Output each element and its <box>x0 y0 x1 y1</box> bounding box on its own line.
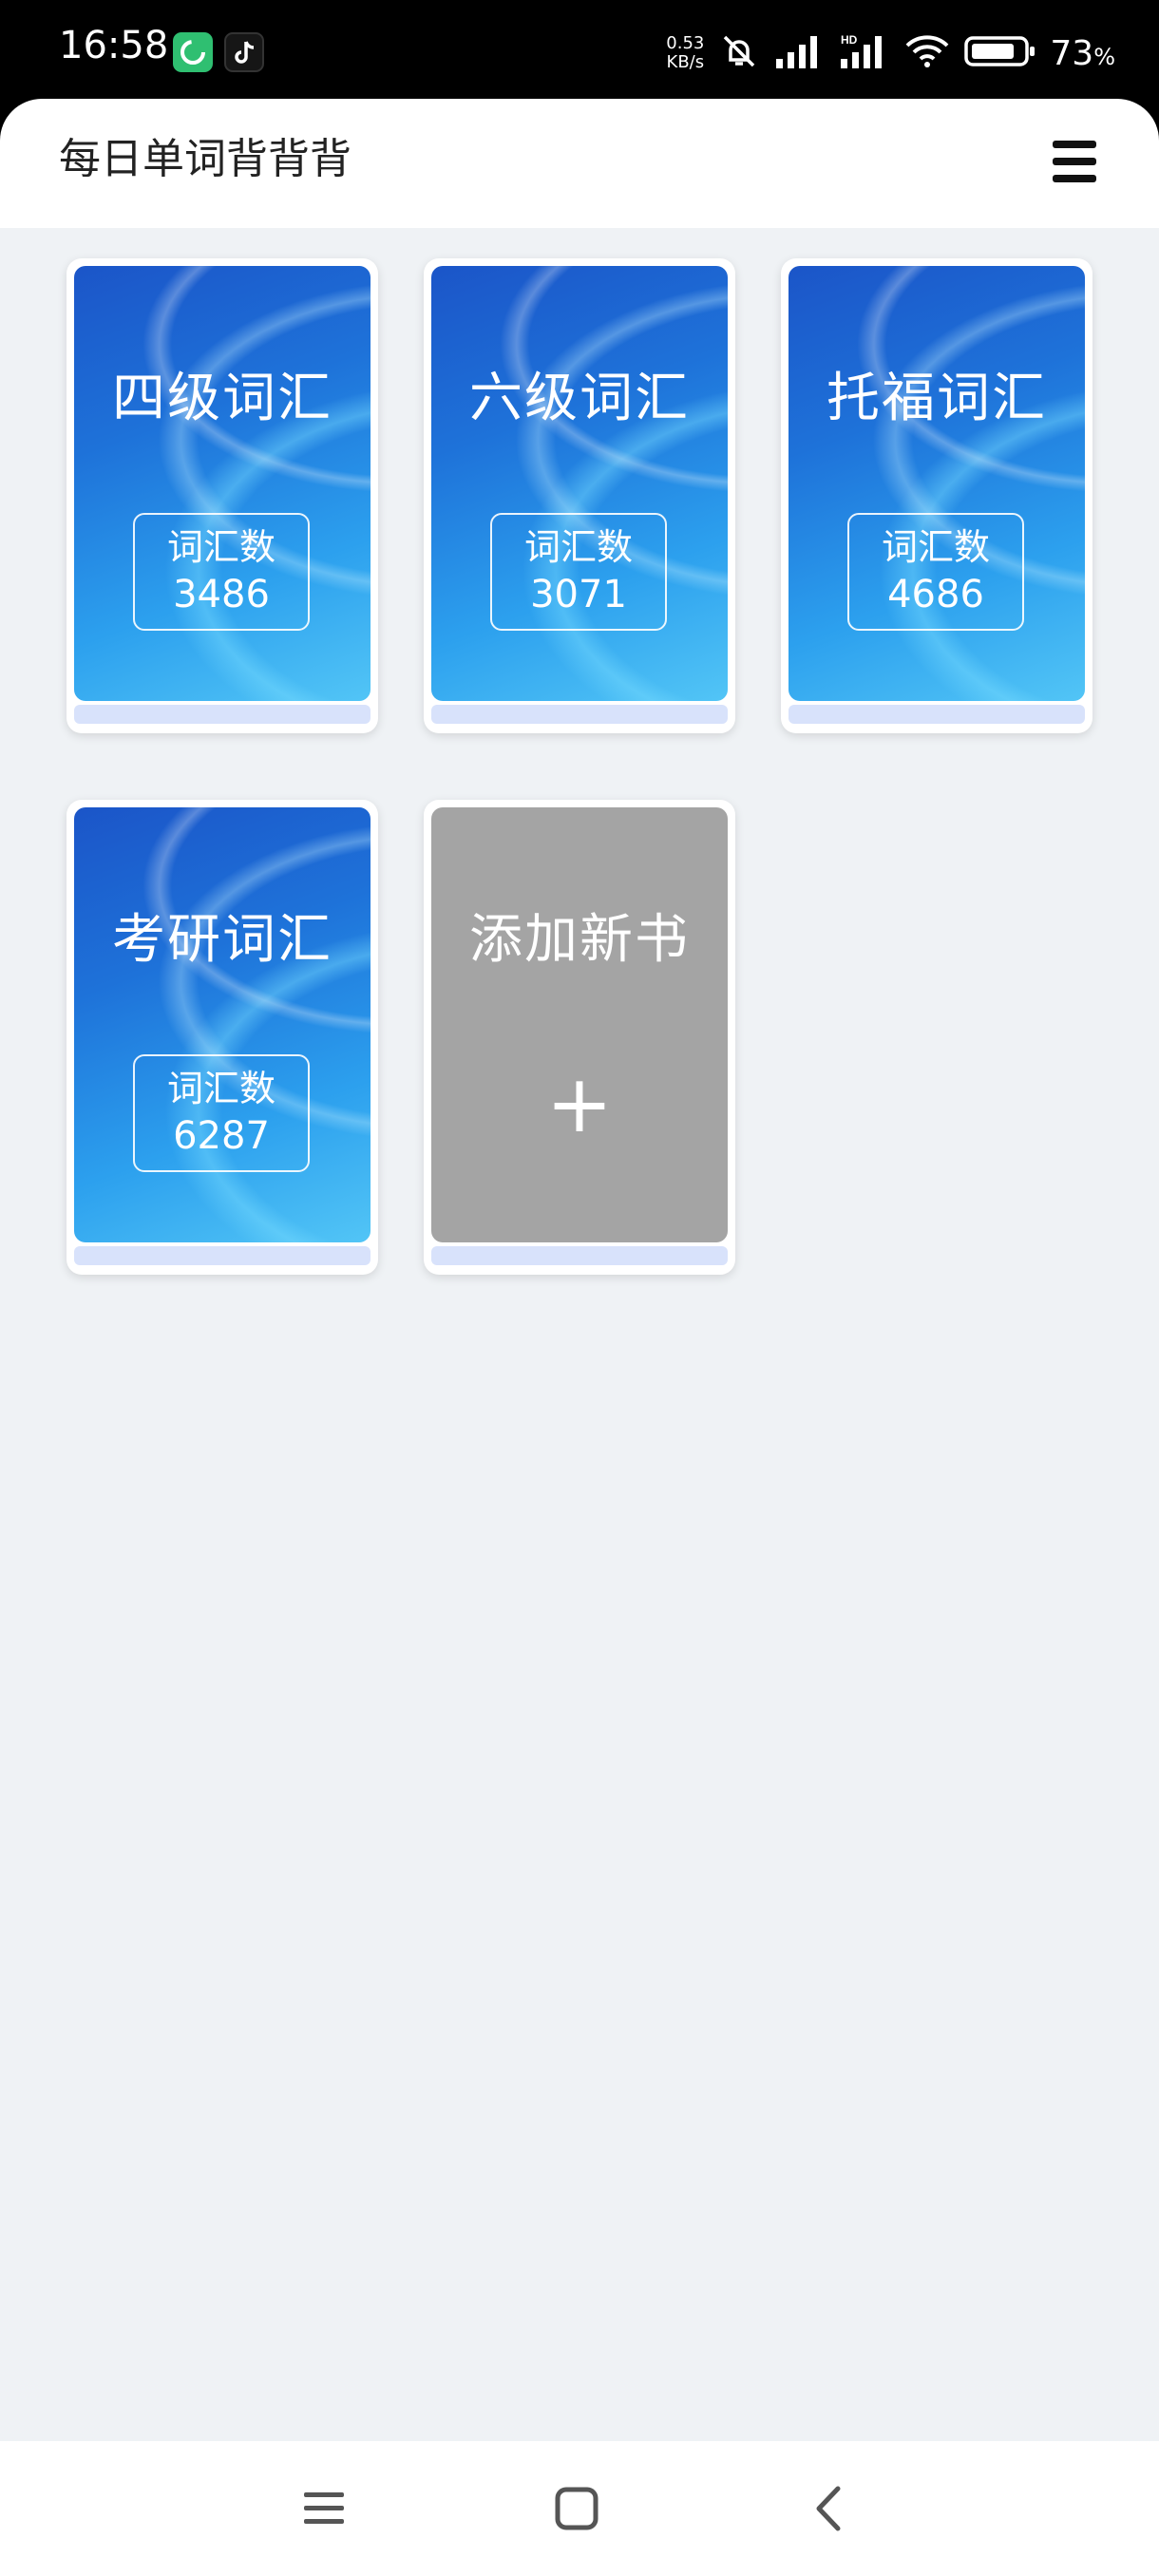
word-count-value: 4686 <box>887 573 984 616</box>
book-title: 六级词汇 <box>469 368 690 429</box>
plus-icon: + <box>545 1057 614 1150</box>
battery-percent-unit: % <box>1093 43 1115 70</box>
word-count-label: 词汇数 <box>881 526 990 568</box>
book-card-kaoyan[interactable]: 考研词汇 词汇数 6287 <box>66 800 378 1275</box>
back-icon <box>816 2486 841 2531</box>
network-speed-unit: KB/s <box>666 52 705 72</box>
hamburger-menu-icon <box>1053 141 1096 182</box>
word-count-value: 3486 <box>173 573 270 616</box>
battery-icon <box>964 32 1036 74</box>
book-cover: 托福词汇 词汇数 4686 <box>788 266 1085 701</box>
recent-apps-button[interactable] <box>291 2475 357 2542</box>
add-book-title: 添加新书 <box>469 909 690 971</box>
battery-percent-value: 73 <box>1050 33 1094 73</box>
system-nav-bar <box>0 2441 1159 2576</box>
back-button[interactable] <box>796 2475 863 2542</box>
home-icon <box>555 2487 598 2530</box>
add-book-cover: 添加新书 + <box>431 807 728 1242</box>
network-speed-value: 0.53 <box>666 33 705 53</box>
book-cover: 四级词汇 词汇数 3486 <box>74 266 370 701</box>
book-base <box>74 705 370 724</box>
status-bar: 16:58 0.53 KB/s HD 73% <box>0 0 1159 99</box>
svg-text:HD: HD <box>841 33 858 47</box>
word-count-label: 词汇数 <box>523 526 633 568</box>
signal-icon <box>774 32 826 74</box>
book-base <box>431 1246 728 1265</box>
book-shelf: 四级词汇 词汇数 3486 六级词汇 词汇数 3071 托福词汇 词汇数 468… <box>0 228 1159 2441</box>
mute-bell-icon <box>717 29 761 77</box>
book-card-cet6[interactable]: 六级词汇 词汇数 3071 <box>424 258 735 733</box>
book-title: 四级词汇 <box>112 368 332 429</box>
book-base <box>788 705 1085 724</box>
status-indicators: 0.53 KB/s HD 73% <box>666 27 1115 80</box>
wifi-icon <box>903 32 951 74</box>
word-count-value: 3071 <box>530 573 627 616</box>
book-title: 考研词汇 <box>112 909 332 971</box>
home-button[interactable] <box>543 2475 610 2542</box>
app-title: 每日单词背背背 <box>59 135 352 183</box>
word-count-label: 词汇数 <box>166 526 276 568</box>
word-count-box: 词汇数 6287 <box>133 1054 310 1172</box>
status-time: 16:58 <box>59 24 169 67</box>
menu-button[interactable] <box>1049 137 1106 190</box>
recent-apps-icon <box>304 2492 344 2524</box>
book-base <box>74 1246 370 1265</box>
word-count-box: 词汇数 4686 <box>847 513 1024 631</box>
book-base <box>431 705 728 724</box>
hd-signal-icon: HD <box>839 32 890 74</box>
add-book-button[interactable]: 添加新书 + <box>424 800 735 1275</box>
book-title: 托福词汇 <box>826 368 1047 429</box>
word-count-value: 6287 <box>173 1114 270 1158</box>
battery-percent: 73% <box>1050 34 1115 73</box>
book-cover: 考研词汇 词汇数 6287 <box>74 807 370 1242</box>
book-card-cet4[interactable]: 四级词汇 词汇数 3486 <box>66 258 378 733</box>
network-speed: 0.53 KB/s <box>666 34 704 72</box>
word-count-box: 词汇数 3486 <box>133 513 310 631</box>
app-notification-icon <box>173 32 213 72</box>
app-header: 每日单词背背背 <box>0 99 1159 228</box>
book-card-toefl[interactable]: 托福词汇 词汇数 4686 <box>781 258 1092 733</box>
tiktok-notification-icon <box>224 32 264 72</box>
word-count-box: 词汇数 3071 <box>490 513 667 631</box>
book-cover: 六级词汇 词汇数 3071 <box>431 266 728 701</box>
word-count-label: 词汇数 <box>166 1068 276 1109</box>
